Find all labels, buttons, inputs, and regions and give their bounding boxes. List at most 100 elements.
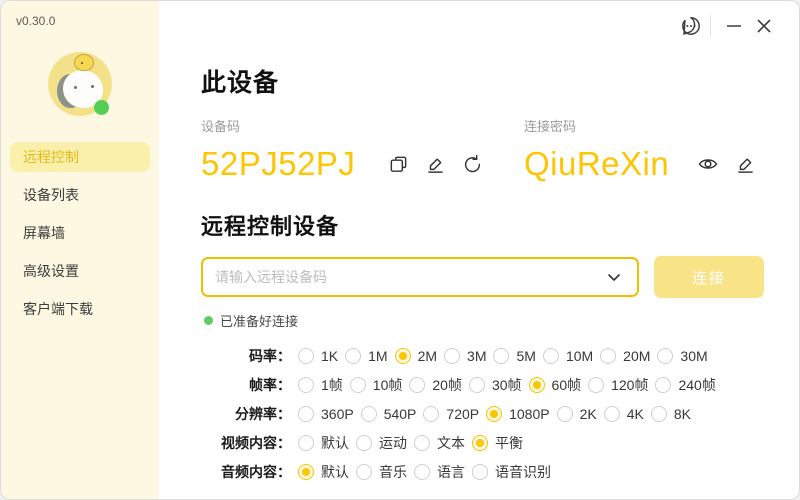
remote-control-heading: 远程控制设备 bbox=[201, 209, 799, 241]
radio-unselected-icon bbox=[414, 435, 430, 451]
ready-status-dot bbox=[204, 316, 213, 325]
radio-unselected-icon bbox=[423, 406, 439, 422]
sidebar-item-client-download[interactable]: 客户端下载 bbox=[10, 294, 150, 324]
settings-row-label: 码率： bbox=[201, 346, 291, 366]
radio-option-2M[interactable]: 2M bbox=[395, 348, 437, 364]
app-version: v0.30.0 bbox=[1, 1, 159, 28]
sidebar: v0.30.0 远程控制 设备列表 屏幕墙 高级设置 客户端下载 bbox=[1, 1, 159, 499]
radio-unselected-icon bbox=[356, 464, 372, 480]
radio-option-label: 默认 bbox=[321, 462, 349, 482]
settings-row-label: 分辨率： bbox=[201, 404, 291, 424]
sidebar-item-label: 远程控制 bbox=[23, 147, 79, 167]
radio-option-1M[interactable]: 1M bbox=[345, 348, 387, 364]
radio-unselected-icon bbox=[557, 406, 573, 422]
radio-unselected-icon bbox=[409, 377, 425, 393]
radio-option-默认[interactable]: 默认 bbox=[298, 462, 349, 482]
edit-icon[interactable] bbox=[424, 153, 446, 175]
radio-selected-icon bbox=[298, 464, 314, 480]
radio-unselected-icon bbox=[493, 348, 509, 364]
remote-device-input[interactable] bbox=[215, 269, 603, 285]
radio-option-3M[interactable]: 3M bbox=[444, 348, 486, 364]
radio-option-label: 120帧 bbox=[611, 375, 648, 395]
sidebar-item-remote-control[interactable]: 远程控制 bbox=[10, 142, 150, 172]
radio-unselected-icon bbox=[655, 377, 671, 393]
radio-unselected-icon bbox=[604, 406, 620, 422]
settings-row: 帧率：1帧10帧20帧30帧60帧120帧240帧 bbox=[201, 370, 799, 399]
chevron-down-icon[interactable] bbox=[603, 266, 625, 288]
sidebar-item-device-list[interactable]: 设备列表 bbox=[10, 180, 150, 210]
sidebar-item-screen-wall[interactable]: 屏幕墙 bbox=[10, 218, 150, 248]
radio-option-label: 语音识别 bbox=[495, 462, 551, 482]
radio-option-5M[interactable]: 5M bbox=[493, 348, 535, 364]
radio-option-label: 30M bbox=[680, 348, 707, 364]
password-value: QiuReXin bbox=[524, 145, 669, 183]
radio-option-音乐[interactable]: 音乐 bbox=[356, 462, 407, 482]
radio-option-label: 10帧 bbox=[373, 375, 403, 395]
radio-unselected-icon bbox=[345, 348, 361, 364]
radio-unselected-icon bbox=[543, 348, 559, 364]
radio-option-label: 720P bbox=[446, 406, 479, 422]
settings-row-label: 视频内容： bbox=[201, 433, 291, 453]
radio-option-720P[interactable]: 720P bbox=[423, 406, 479, 422]
radio-selected-icon bbox=[472, 435, 488, 451]
stream-settings: 码率：1K1M2M3M5M10M20M30M帧率：1帧10帧20帧30帧60帧1… bbox=[201, 341, 799, 486]
radio-option-label: 音乐 bbox=[379, 462, 407, 482]
radio-option-label: 10M bbox=[566, 348, 593, 364]
radio-option-120帧[interactable]: 120帧 bbox=[588, 375, 648, 395]
radio-option-10M[interactable]: 10M bbox=[543, 348, 593, 364]
main-panel: 此设备 设备码 52PJ52PJ bbox=[159, 1, 799, 499]
radio-option-语音识别[interactable]: 语音识别 bbox=[472, 462, 551, 482]
radio-option-8K[interactable]: 8K bbox=[651, 406, 691, 422]
radio-option-2K[interactable]: 2K bbox=[557, 406, 597, 422]
radio-option-label: 运动 bbox=[379, 433, 407, 453]
radio-option-运动[interactable]: 运动 bbox=[356, 433, 407, 453]
radio-unselected-icon bbox=[298, 406, 314, 422]
radio-option-1080P[interactable]: 1080P bbox=[486, 406, 549, 422]
content-area: 此设备 设备码 52PJ52PJ bbox=[159, 63, 799, 486]
close-icon[interactable] bbox=[749, 11, 779, 41]
radio-option-10帧[interactable]: 10帧 bbox=[350, 375, 403, 395]
refresh-icon[interactable] bbox=[461, 153, 483, 175]
password-label: 连接密码 bbox=[524, 116, 756, 135]
titlebar-divider bbox=[710, 15, 711, 37]
sidebar-item-advanced-settings[interactable]: 高级设置 bbox=[10, 256, 150, 286]
radio-option-label: 4K bbox=[627, 406, 644, 422]
radio-option-语言[interactable]: 语言 bbox=[414, 462, 465, 482]
radio-option-label: 540P bbox=[384, 406, 417, 422]
eye-icon[interactable] bbox=[697, 153, 719, 175]
radio-option-540P[interactable]: 540P bbox=[361, 406, 417, 422]
radio-option-默认[interactable]: 默认 bbox=[298, 433, 349, 453]
radio-option-20M[interactable]: 20M bbox=[600, 348, 650, 364]
radio-option-label: 30帧 bbox=[492, 375, 522, 395]
radio-option-30M[interactable]: 30M bbox=[657, 348, 707, 364]
radio-option-20帧[interactable]: 20帧 bbox=[409, 375, 462, 395]
radio-unselected-icon bbox=[298, 377, 314, 393]
online-status-dot bbox=[94, 100, 109, 115]
radio-selected-icon bbox=[529, 377, 545, 393]
connect-button[interactable]: 连接 bbox=[654, 256, 764, 298]
radio-option-文本[interactable]: 文本 bbox=[414, 433, 465, 453]
radio-option-平衡[interactable]: 平衡 bbox=[472, 433, 523, 453]
sidebar-nav: 远程控制 设备列表 屏幕墙 高级设置 客户端下载 bbox=[1, 142, 159, 324]
avatar[interactable] bbox=[48, 52, 112, 116]
settings-row: 音频内容：默认音乐语言语音识别 bbox=[201, 457, 799, 486]
radio-option-label: 2K bbox=[580, 406, 597, 422]
feedback-chat-icon[interactable] bbox=[676, 11, 706, 41]
radio-option-30帧[interactable]: 30帧 bbox=[469, 375, 522, 395]
radio-option-label: 1帧 bbox=[321, 375, 343, 395]
radio-option-360P[interactable]: 360P bbox=[298, 406, 354, 422]
radio-option-label: 语言 bbox=[437, 462, 465, 482]
app-window: v0.30.0 远程控制 设备列表 屏幕墙 高级设置 客户端下载 bbox=[0, 0, 800, 500]
sidebar-item-label: 高级设置 bbox=[23, 261, 79, 281]
radio-option-4K[interactable]: 4K bbox=[604, 406, 644, 422]
radio-option-240帧[interactable]: 240帧 bbox=[655, 375, 715, 395]
radio-option-60帧[interactable]: 60帧 bbox=[529, 375, 582, 395]
minimize-icon[interactable] bbox=[719, 11, 749, 41]
radio-option-1帧[interactable]: 1帧 bbox=[298, 375, 343, 395]
copy-icon[interactable] bbox=[387, 153, 409, 175]
radio-selected-icon bbox=[486, 406, 502, 422]
radio-option-label: 360P bbox=[321, 406, 354, 422]
edit-icon[interactable] bbox=[734, 153, 756, 175]
radio-option-1K[interactable]: 1K bbox=[298, 348, 338, 364]
ready-status-text: 已准备好连接 bbox=[220, 311, 298, 330]
